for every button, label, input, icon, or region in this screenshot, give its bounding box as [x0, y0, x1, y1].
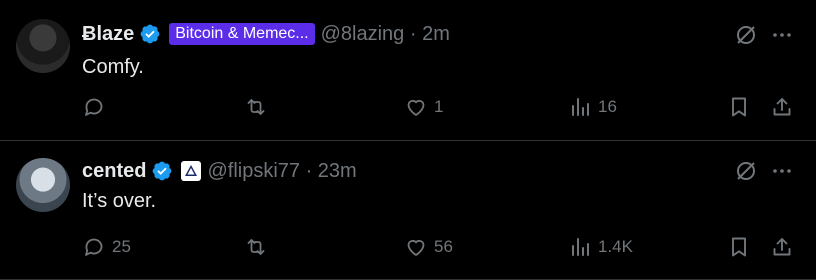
bookmark-button[interactable]	[727, 94, 751, 120]
like-icon	[407, 99, 425, 116]
verified-badge-icon	[140, 24, 160, 44]
views-count: 1.4K	[598, 237, 633, 256]
like-count: 56	[434, 237, 453, 256]
author-name[interactable]: Ƀlaze	[82, 23, 134, 46]
tweet-actions: 1 16	[82, 94, 798, 120]
views-icon	[572, 98, 589, 116]
reply-icon	[85, 238, 103, 256]
repost-button[interactable]	[244, 234, 274, 260]
tweet-header: Ƀlaze Bitcoin & Memec... @8lazing · 2m	[82, 20, 450, 48]
reply-icon	[85, 98, 103, 116]
verified-badge-icon	[153, 161, 172, 181]
handle-and-time[interactable]: @flipski77 · 23m	[207, 160, 356, 183]
like-icon	[407, 239, 425, 256]
repost-button[interactable]	[244, 94, 274, 120]
tweet-text: It’s over.	[82, 190, 157, 212]
views-count: 16	[598, 97, 617, 116]
avatar[interactable]	[16, 158, 70, 212]
like-button[interactable]: 56	[404, 234, 453, 260]
tweet[interactable]: cented @flipski77 · 23m It’s over. 25 56	[0, 141, 816, 280]
reply-count: 25	[112, 237, 131, 256]
grok-icon[interactable]	[734, 23, 758, 47]
share-button[interactable]	[770, 234, 794, 260]
tweet-text: Comfy.	[82, 56, 144, 78]
views-button[interactable]: 1.4K	[568, 234, 633, 260]
tweet[interactable]: Ƀlaze Bitcoin & Memec... @8lazing · 2m C…	[0, 0, 816, 141]
bookmark-icon	[732, 97, 746, 117]
handle-and-time[interactable]: @8lazing · 2m	[321, 23, 450, 46]
share-button[interactable]	[770, 94, 794, 120]
views-icon	[572, 238, 589, 256]
affiliation-label[interactable]: Bitcoin & Memec...	[169, 23, 315, 45]
like-count: 1	[434, 97, 444, 116]
grok-icon[interactable]	[734, 159, 758, 183]
avatar[interactable]	[16, 19, 70, 73]
tweet-actions: 25 56 1.4K	[82, 234, 798, 260]
reply-button[interactable]: 25	[82, 234, 131, 260]
more-icon[interactable]	[770, 23, 794, 47]
reply-button[interactable]	[82, 94, 112, 120]
repost-icon	[247, 239, 265, 255]
affiliation-logo-icon[interactable]	[181, 161, 202, 181]
bookmark-button[interactable]	[727, 234, 751, 260]
share-icon	[773, 98, 791, 116]
more-icon[interactable]	[770, 159, 794, 183]
tweet-header: cented @flipski77 · 23m	[82, 157, 357, 185]
share-icon	[773, 238, 791, 256]
bookmark-icon	[732, 237, 746, 257]
like-button[interactable]: 1	[404, 94, 443, 120]
author-name[interactable]: cented	[82, 160, 146, 183]
views-button[interactable]: 16	[568, 94, 617, 120]
repost-icon	[247, 99, 265, 115]
